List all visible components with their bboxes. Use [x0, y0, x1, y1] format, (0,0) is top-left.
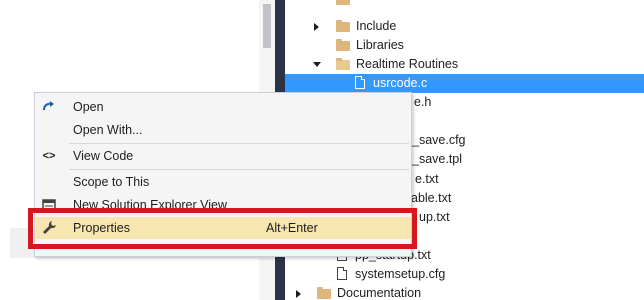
new-window-icon [41, 197, 57, 208]
menu-item-open[interactable]: Open [35, 96, 411, 118]
folder-icon [336, 20, 350, 32]
tree-item-label: Include [356, 19, 397, 33]
folder-icon [336, 0, 350, 5]
tree-item-label: systemsetup.cfg [355, 267, 446, 281]
tree-item-label: _save.tpl [412, 152, 463, 166]
tree-item-label: Realtime Routines [356, 57, 459, 71]
tree-item-label: able.txt [411, 191, 452, 205]
expand-right-icon[interactable] [314, 23, 319, 31]
tree-item-label: e.txt [415, 172, 439, 186]
file-icon [355, 76, 365, 89]
expand-down-icon[interactable] [313, 62, 321, 67]
menu-separator [69, 169, 409, 170]
tree-item-realtime-routines[interactable]: Realtime Routines [285, 55, 644, 74]
tree-item-partial[interactable] [285, 0, 644, 9]
tree-item-documentation[interactable]: Documentation [285, 284, 644, 300]
menu-item-scope-to-this[interactable]: Scope to This [35, 171, 411, 193]
folder-icon [336, 39, 350, 51]
left-scrollbar-thumb[interactable] [263, 4, 271, 48]
tree-item-label: Libraries [356, 38, 404, 52]
menu-separator [69, 143, 409, 144]
tree-item-label: _save.cfg [412, 133, 466, 147]
tree-item-libraries[interactable]: Libraries [285, 36, 644, 55]
tree-item-label: e.h [414, 95, 432, 109]
menu-item-view-code[interactable]: <> View Code [35, 145, 411, 167]
menu-item-label: View Code [73, 149, 134, 163]
tree-item-usrcode[interactable]: usrcode.c [285, 74, 644, 93]
menu-item-label: Scope to This [73, 175, 150, 189]
file-icon [337, 267, 347, 280]
folder-icon [317, 287, 331, 299]
open-arrow-icon [41, 99, 57, 115]
tree-item-label: up.txt [419, 210, 450, 224]
tree-item-include[interactable]: Include [285, 17, 644, 36]
expand-right-icon[interactable] [296, 290, 301, 298]
folder-open-icon [336, 58, 350, 70]
menu-item-label: Open [73, 100, 104, 114]
tree-item-label: usrcode.c [373, 76, 428, 90]
code-brackets-icon: <> [42, 150, 56, 162]
menu-item-label: New Solution Explorer View [73, 198, 228, 208]
tree-item-label: Documentation [337, 286, 422, 300]
tree-item-systemsetup[interactable]: systemsetup.cfg [285, 265, 644, 284]
menu-item-new-solution-explorer-view[interactable]: New Solution Explorer View [35, 194, 411, 208]
menu-item-label: Open With... [73, 123, 143, 137]
menu-item-open-with[interactable]: Open With... [35, 119, 411, 141]
annotation-highlight-box [28, 208, 417, 249]
